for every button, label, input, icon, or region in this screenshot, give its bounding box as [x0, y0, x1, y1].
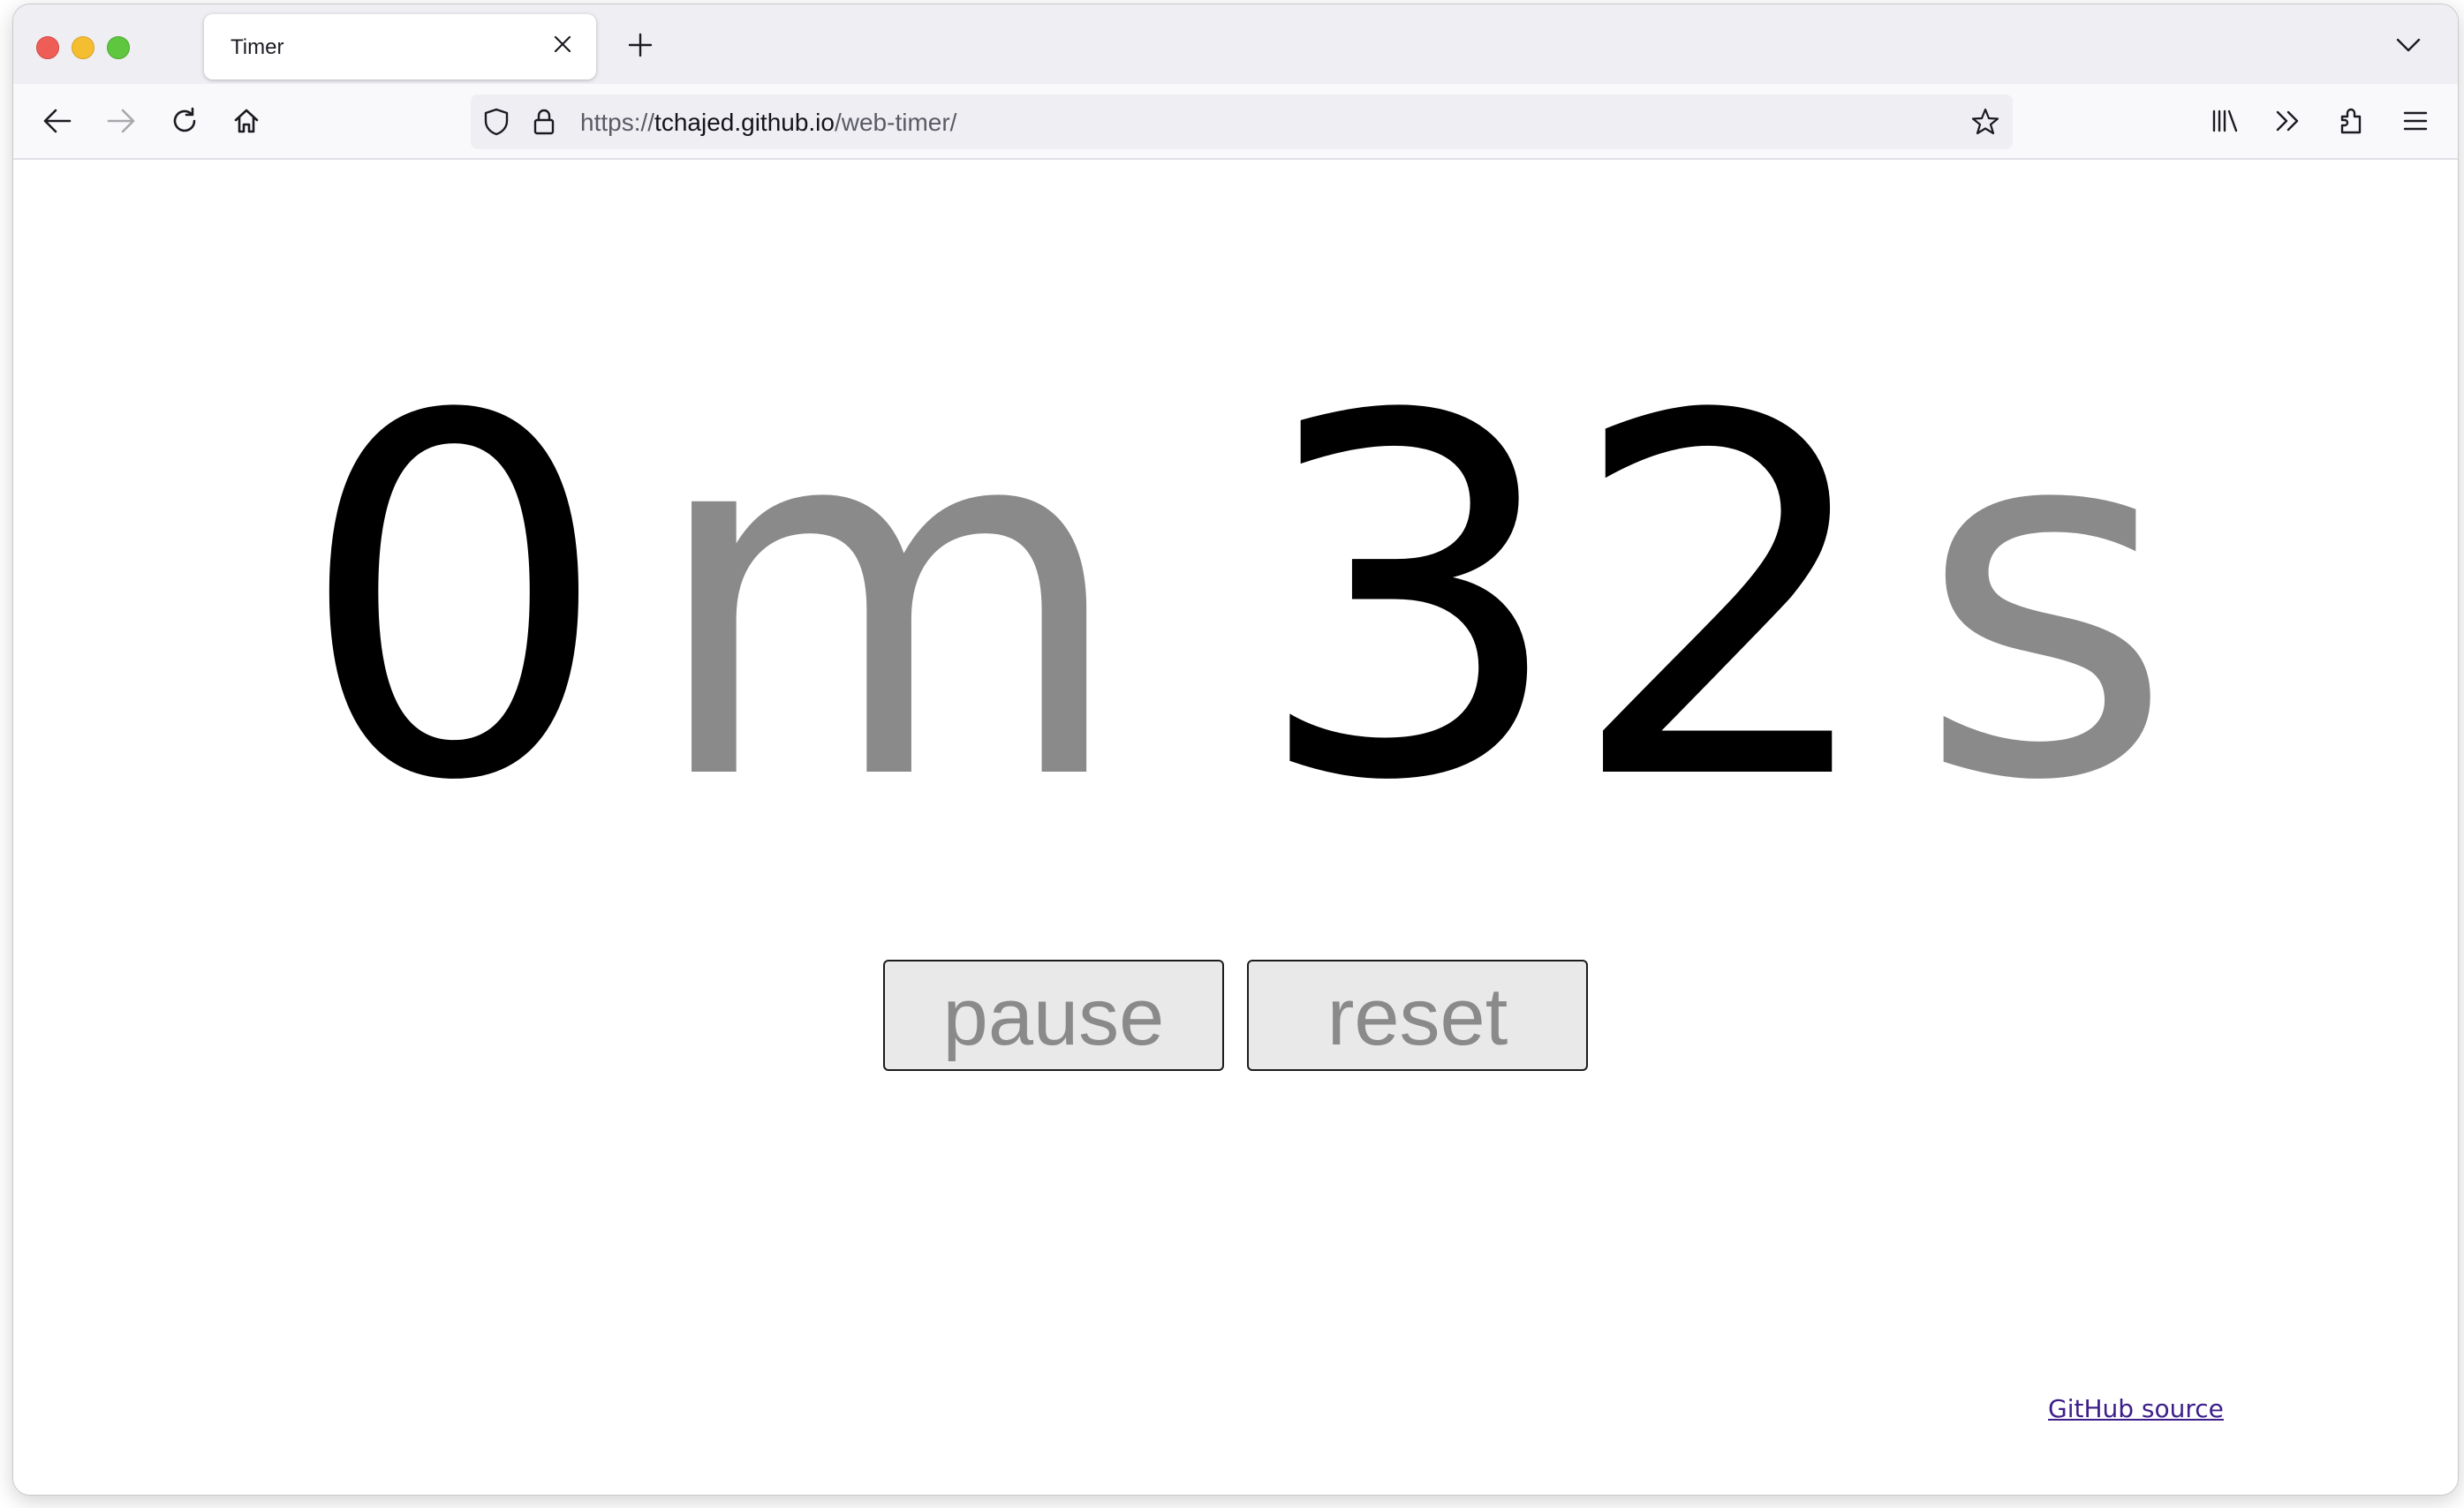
minutes-value: 0 [296, 313, 612, 889]
browser-window: Timer https://tchajed.github.io/web-time… [12, 4, 2459, 1496]
shield-icon[interactable] [478, 103, 515, 140]
extensions-icon[interactable] [2331, 100, 2373, 142]
close-window-button[interactable] [36, 36, 59, 59]
star-icon[interactable] [1967, 103, 2004, 140]
tab-title: Timer [231, 35, 284, 59]
library-icon[interactable] [2203, 100, 2246, 142]
reload-icon[interactable] [163, 100, 206, 142]
url-path: /web-timer/ [834, 109, 957, 136]
home-icon[interactable] [225, 100, 268, 142]
forward-arrow-icon[interactable] [100, 100, 142, 142]
close-icon[interactable] [545, 26, 580, 62]
minimize-window-button[interactable] [72, 36, 94, 59]
reset-button[interactable]: reset [1247, 960, 1588, 1071]
tab-timer[interactable]: Timer [204, 14, 596, 79]
timer-display: 0m 32s [13, 354, 2458, 848]
chevron-down-icon[interactable] [2391, 27, 2426, 63]
timer-controls: pause reset [13, 960, 2458, 1071]
plus-icon[interactable] [623, 27, 658, 63]
seconds-value: 32 [1251, 313, 1882, 889]
page-content: 0m 32s pause reset GitHub source [13, 160, 2458, 1495]
back-arrow-icon[interactable] [36, 100, 79, 142]
url-scheme: https:// [580, 109, 655, 136]
github-source-link[interactable]: GitHub source [2048, 1394, 2224, 1423]
tab-strip: Timer [13, 4, 2458, 84]
url-text[interactable]: https://tchajed.github.io/web-timer/ [580, 109, 956, 137]
pause-button[interactable]: pause [883, 960, 1224, 1071]
url-host: tchajed.github.io [654, 109, 835, 136]
hamburger-menu-icon[interactable] [2394, 100, 2437, 142]
overflow-chevrons-icon[interactable] [2267, 100, 2309, 142]
zoom-window-button[interactable] [107, 36, 130, 59]
lock-icon[interactable] [525, 103, 563, 140]
seconds-unit: s [1916, 313, 2175, 889]
navigation-toolbar: https://tchajed.github.io/web-timer/ [13, 84, 2458, 160]
address-bar[interactable]: https://tchajed.github.io/web-timer/ [471, 94, 2013, 149]
minutes-unit: m [646, 313, 1129, 889]
